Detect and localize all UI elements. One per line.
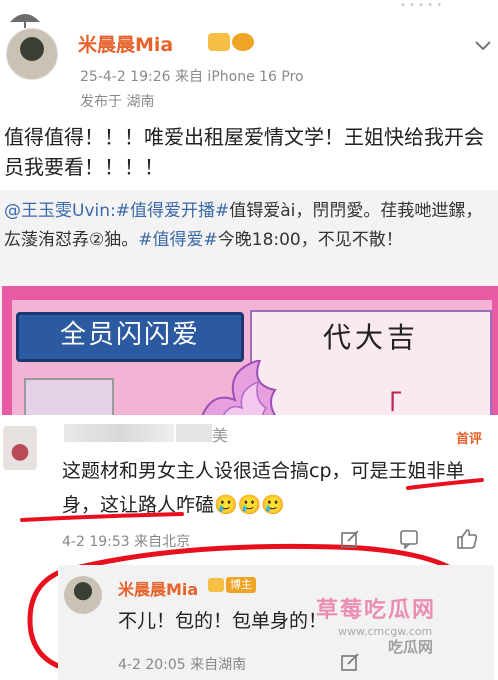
mention-link[interactable]: @王玉雯Uvin:	[4, 201, 116, 221]
username[interactable]: 米晨晨Mia	[78, 30, 173, 57]
top-edge-dots: • • • • •	[400, 0, 443, 11]
reply-avatar[interactable]	[64, 576, 102, 614]
reply-username[interactable]: 米晨晨Mia	[118, 576, 198, 600]
watermark-extra: 吃瓜网	[388, 638, 434, 656]
umbrella-icon	[10, 14, 40, 28]
share-icon[interactable]	[340, 529, 360, 549]
poster-right-label: 代大吉	[322, 321, 419, 354]
vip-crown-icon	[208, 578, 224, 592]
comment-icon[interactable]	[399, 529, 419, 549]
comment-text: 这题材和男女主人设很适合搞cp，可是王姐非单身，这让路人咋磕🥲🥲🥲	[62, 460, 465, 516]
hashtag-link[interactable]: #值得爱#	[138, 230, 218, 250]
commenter-name-tail: 美	[212, 426, 229, 445]
share-icon[interactable]	[340, 652, 360, 672]
hashtag-link[interactable]: #值得爱开播#	[116, 201, 230, 221]
post-location: 发布于 湖南	[80, 94, 155, 110]
blurred-username-part	[176, 424, 212, 442]
commenter-avatar[interactable]	[3, 426, 37, 470]
first-comment-badge: 首评	[456, 432, 483, 447]
reply-text: 不儿！包的！包单身的！	[118, 610, 328, 632]
comment-meta: 4-2 19:53 来自北京	[62, 534, 191, 550]
flame-graphic	[198, 360, 282, 422]
vip-crown-icon	[208, 33, 230, 51]
repost-body-2: 今晚18:00，不见不散！	[217, 230, 403, 250]
like-icon[interactable]	[455, 527, 479, 551]
repost-text: @王玉雯Uvin:#值得爱开播#值锝爱ài，閅閅愛。荏莪哋迣鏍，厷蔆洧怼孨②㹨。…	[4, 197, 494, 255]
author-badge: 博主	[226, 577, 256, 593]
chevron-down-icon[interactable]	[474, 36, 492, 54]
post-time-source: 25-4-2 19:26 来自 iPhone 16 Pro	[80, 69, 304, 85]
reply-meta: 4-2 20:05 来自湖南	[118, 657, 247, 673]
post-text: 值得值得！！！唯爱出租屋爱情文学！王姐快给我开会员我要看！！！！	[4, 125, 484, 179]
blurred-username	[64, 424, 174, 442]
poster-left-label: 全员闪闪爱	[59, 320, 200, 350]
fan-badge-icon	[232, 33, 254, 51]
avatar[interactable]	[6, 28, 58, 80]
watermark-text: 草莓吃瓜网	[316, 598, 437, 623]
